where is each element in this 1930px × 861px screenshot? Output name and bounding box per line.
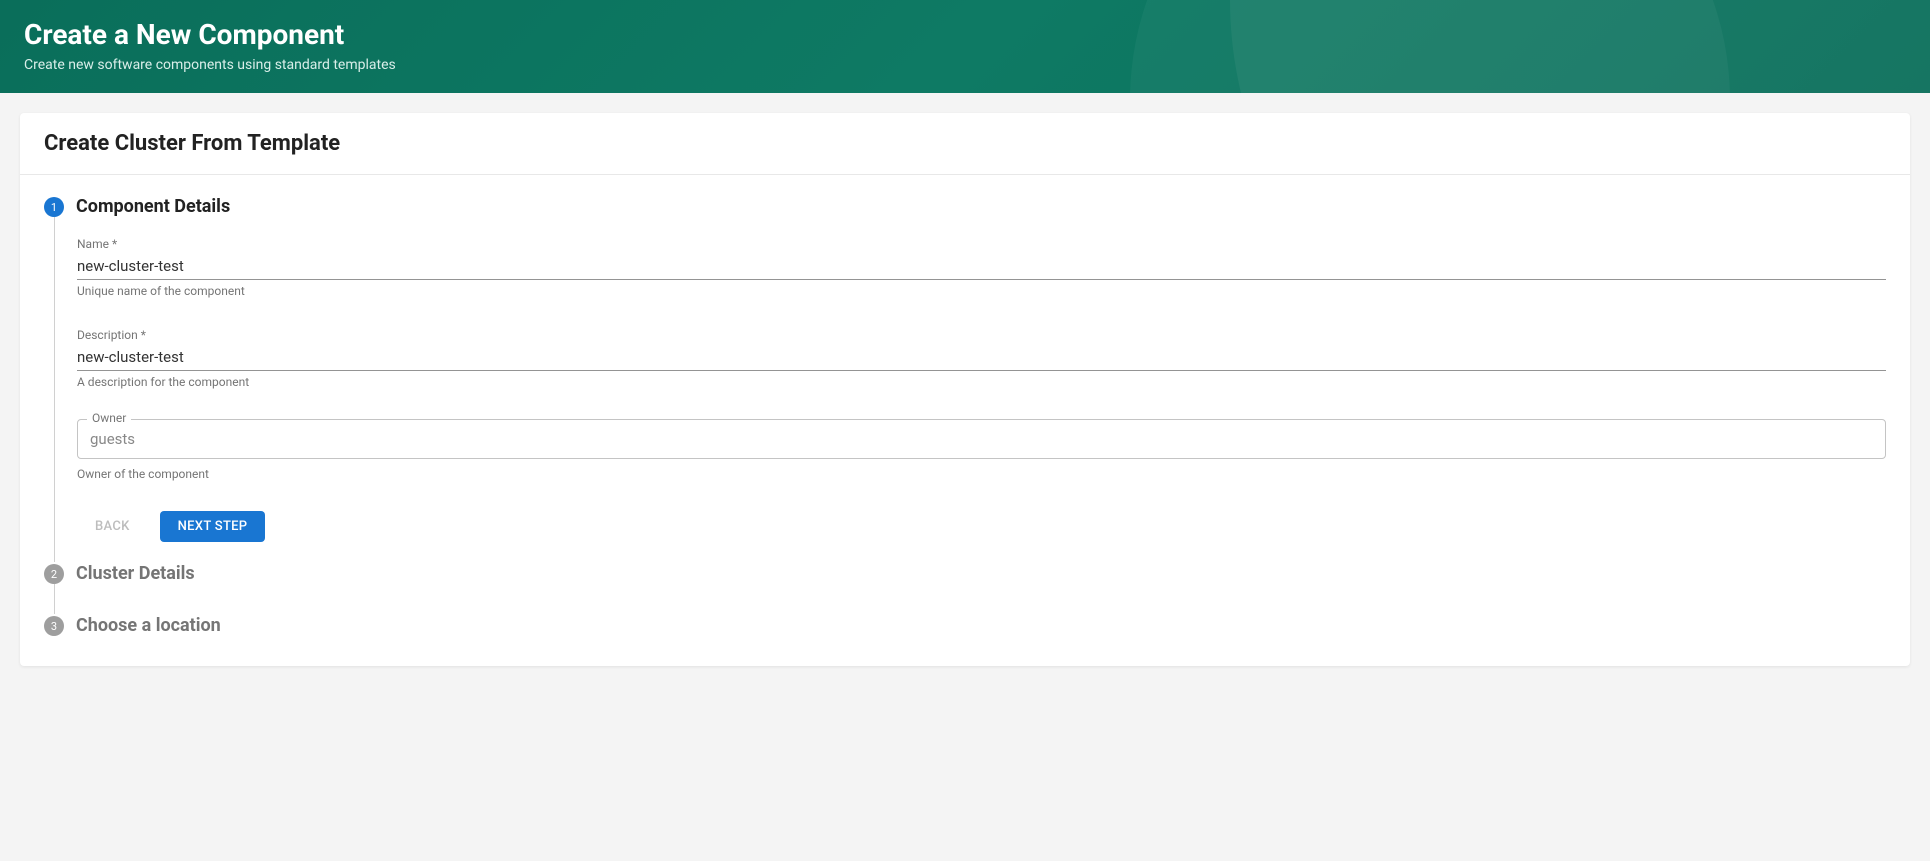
step-cluster-details: 2 Cluster Details — [44, 562, 1886, 584]
step-label: Choose a location — [76, 615, 221, 636]
step-content-cluster-details — [54, 584, 1886, 614]
stepper: 1 Component Details Name * Unique name o… — [44, 195, 1886, 636]
card-header: Create Cluster From Template — [20, 113, 1910, 175]
page-subtitle: Create new software components using sta… — [24, 57, 1906, 73]
main-content: Create Cluster From Template 1 Component… — [0, 93, 1930, 686]
description-label: Description * — [77, 328, 1886, 342]
step-head[interactable]: 3 Choose a location — [44, 614, 221, 636]
owner-field-wrapper: Owner Owner of the component — [77, 419, 1886, 481]
name-input[interactable] — [77, 251, 1886, 280]
owner-helper: Owner of the component — [77, 467, 1886, 481]
name-label: Name * — [77, 237, 1886, 251]
form-card: Create Cluster From Template 1 Component… — [20, 113, 1910, 666]
step-content-component-details: Name * Unique name of the component Desc… — [54, 217, 1886, 562]
step-number-icon: 3 — [44, 616, 64, 636]
description-input[interactable] — [77, 342, 1886, 371]
page-header: Create a New Component Create new softwa… — [0, 0, 1930, 93]
owner-label: Owner — [87, 411, 131, 425]
card-body: 1 Component Details Name * Unique name o… — [20, 175, 1910, 666]
name-helper: Unique name of the component — [77, 284, 1886, 298]
step-label: Component Details — [76, 196, 230, 217]
button-row: BACK NEXT STEP — [77, 511, 1886, 542]
step-number-icon: 2 — [44, 564, 64, 584]
step-head[interactable]: 1 Component Details — [44, 195, 230, 217]
name-field-wrapper: Name * Unique name of the component — [77, 237, 1886, 298]
step-number-icon: 1 — [44, 197, 64, 217]
step-head[interactable]: 2 Cluster Details — [44, 562, 195, 584]
step-component-details: 1 Component Details — [44, 195, 1886, 217]
card-title: Create Cluster From Template — [44, 131, 1886, 156]
description-helper: A description for the component — [77, 375, 1886, 389]
owner-input[interactable] — [77, 419, 1886, 459]
step-label: Cluster Details — [76, 563, 195, 584]
step-choose-location: 3 Choose a location — [44, 614, 1886, 636]
page-title: Create a New Component — [24, 18, 1906, 51]
back-button[interactable]: BACK — [77, 511, 148, 542]
next-step-button[interactable]: NEXT STEP — [160, 511, 266, 542]
description-field-wrapper: Description * A description for the comp… — [77, 328, 1886, 389]
